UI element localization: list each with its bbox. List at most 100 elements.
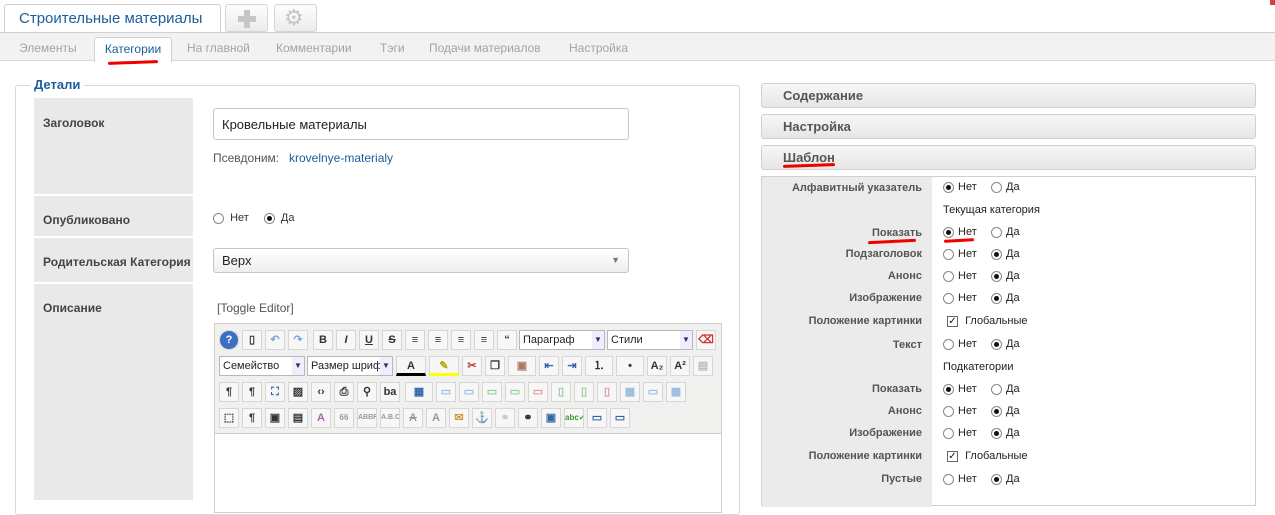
styles-select[interactable]: Стили ▼ — [607, 330, 693, 350]
alpha-index-yes-radio[interactable] — [991, 181, 1002, 193]
table-props-icon[interactable]: ▦ — [666, 382, 686, 402]
numbered-list-icon[interactable]: ⒈ — [585, 356, 613, 376]
tab-categories[interactable]: Категории — [94, 37, 172, 62]
align-left-icon[interactable]: ≡ — [451, 330, 471, 350]
underline-icon[interactable]: U — [359, 330, 379, 350]
tab-settings[interactable]: Настройка — [569, 41, 628, 55]
current-intro-no-radio[interactable] — [943, 270, 954, 282]
parent-category-select[interactable]: Верх ▼ — [213, 248, 629, 273]
insert-col-after-icon[interactable]: ▯ — [574, 382, 594, 402]
italic-icon[interactable]: I — [336, 330, 356, 350]
help-icon[interactable]: ? — [219, 330, 239, 350]
sub-image-no-radio[interactable] — [943, 427, 954, 439]
tab-tags[interactable]: Тэги — [380, 41, 405, 55]
accordion-content[interactable]: Содержание — [761, 83, 1256, 108]
merge-cells-icon[interactable]: ▭ — [643, 382, 663, 402]
current-text-no-radio[interactable] — [943, 338, 954, 350]
current-image-yes-radio[interactable] — [991, 292, 1002, 304]
sub-image-yes-radio[interactable] — [991, 427, 1002, 439]
cell-props-icon[interactable]: ▭ — [459, 382, 479, 402]
bullet-list-icon[interactable]: • — [616, 356, 644, 376]
font-size-select[interactable]: Размер шрифт ▼ — [307, 356, 393, 376]
accordion-template[interactable]: Шаблон — [761, 145, 1256, 170]
replace-icon[interactable]: ba — [380, 382, 400, 402]
layer-icon[interactable]: ▤ — [288, 408, 308, 428]
del-icon[interactable]: A — [403, 408, 423, 428]
sub-show-yes-radio[interactable] — [991, 383, 1002, 395]
show-blocks-icon[interactable]: ¶ — [242, 408, 262, 428]
redo-icon[interactable]: ↷ — [288, 330, 308, 350]
cut-icon[interactable]: ✂ — [462, 356, 482, 376]
unlink-icon[interactable]: ⚭ — [495, 408, 515, 428]
cite-icon[interactable]: 66 99 — [334, 408, 354, 428]
split-cells-icon[interactable]: ▦ — [620, 382, 640, 402]
sub-image-position-checkbox[interactable]: ✓ — [947, 450, 958, 462]
tab-elements[interactable]: Элементы — [19, 41, 77, 55]
row-props-icon[interactable]: ▭ — [436, 382, 456, 402]
insert-row-after-icon[interactable]: ▭ — [505, 382, 525, 402]
horizontal-rule-icon[interactable]: ▭ — [587, 408, 607, 428]
subscript-icon[interactable]: A₂ — [647, 356, 667, 376]
abbr-icon[interactable]: ABBR — [357, 408, 377, 428]
current-text-yes-radio[interactable] — [991, 338, 1002, 350]
toggle-editor-link[interactable]: [Toggle Editor] — [217, 301, 294, 315]
format-select[interactable]: Параграф ▼ — [519, 330, 605, 350]
current-subtitle-no-radio[interactable] — [943, 248, 954, 260]
rich-text-editor[interactable]: ? ▯ ↶ ↷ B I U S ≡ ≡ ≡ ≡ “ Параграф ▼ Стил… — [214, 323, 722, 513]
spellcheck-icon[interactable]: abc✓ — [564, 408, 584, 428]
code-icon[interactable]: ‹› — [311, 382, 331, 402]
outdent-icon[interactable]: ⇤ — [539, 356, 559, 376]
style-props-icon[interactable]: A — [311, 408, 331, 428]
ins-icon[interactable]: A — [426, 408, 446, 428]
published-yes-radio[interactable] — [263, 212, 275, 224]
sub-intro-yes-radio[interactable] — [991, 405, 1002, 417]
paste-text-icon[interactable]: ▤ — [693, 356, 713, 376]
insert-col-before-icon[interactable]: ▯ — [551, 382, 571, 402]
current-show-yes-radio[interactable] — [991, 226, 1002, 238]
table-icon[interactable]: ▦ — [405, 382, 433, 402]
eraser-icon[interactable]: ⌫ — [696, 330, 716, 350]
new-document-icon[interactable]: ▯ — [242, 330, 262, 350]
alpha-index-no-radio[interactable] — [943, 181, 954, 193]
current-image-no-radio[interactable] — [943, 292, 954, 304]
fullscreen-icon[interactable]: ⛶ — [265, 382, 285, 402]
align-center-icon[interactable]: ≡ — [428, 330, 448, 350]
bold-icon[interactable]: B — [313, 330, 333, 350]
sub-intro-no-radio[interactable] — [943, 405, 954, 417]
template-icon[interactable]: ▣ — [265, 408, 285, 428]
app-title-tab[interactable]: Строительные материалы — [4, 4, 221, 33]
current-intro-yes-radio[interactable] — [991, 270, 1002, 282]
acronym-icon[interactable]: A.B.C — [380, 408, 400, 428]
indent-icon[interactable]: ⇥ — [562, 356, 582, 376]
settings-tab-button[interactable]: ⚙ — [274, 4, 317, 32]
text-color-icon[interactable]: A — [396, 356, 426, 376]
copy-icon[interactable]: ❐ — [485, 356, 505, 376]
media-icon[interactable]: ▭ — [610, 408, 630, 428]
paste-icon[interactable]: ▣ — [508, 356, 536, 376]
link-icon[interactable]: ⚭ — [518, 408, 538, 428]
add-tab-button[interactable] — [225, 4, 268, 32]
highlight-icon[interactable]: ✎ — [429, 356, 459, 376]
strikethrough-icon[interactable]: S — [382, 330, 402, 350]
anchor-icon[interactable]: ⚓ — [472, 408, 492, 428]
rtl-icon[interactable]: ¶ — [242, 382, 262, 402]
title-input[interactable] — [213, 108, 629, 140]
sub-empty-yes-radio[interactable] — [991, 473, 1002, 485]
print-icon[interactable]: ⎙ — [334, 382, 354, 402]
delete-col-icon[interactable]: ▯ — [597, 382, 617, 402]
tab-comments[interactable]: Комментарии — [276, 41, 352, 55]
image-icon[interactable]: ▣ — [541, 408, 561, 428]
current-image-position-checkbox[interactable]: ✓ — [947, 315, 958, 327]
search-icon[interactable]: ⚲ — [357, 382, 377, 402]
attribs-icon[interactable]: ✉ — [449, 408, 469, 428]
delete-row-icon[interactable]: ▭ — [528, 382, 548, 402]
align-justify-icon[interactable]: ≡ — [405, 330, 425, 350]
current-show-no-radio[interactable] — [943, 226, 954, 238]
tab-home[interactable]: На главной — [187, 41, 250, 55]
blockquote-icon[interactable]: “ — [497, 330, 517, 350]
ltr-icon[interactable]: ¶ — [219, 382, 239, 402]
font-family-select[interactable]: Семейство ▼ — [219, 356, 305, 376]
accordion-settings[interactable]: Настройка — [761, 114, 1256, 139]
current-subtitle-yes-radio[interactable] — [991, 248, 1002, 260]
align-right-icon[interactable]: ≡ — [474, 330, 494, 350]
